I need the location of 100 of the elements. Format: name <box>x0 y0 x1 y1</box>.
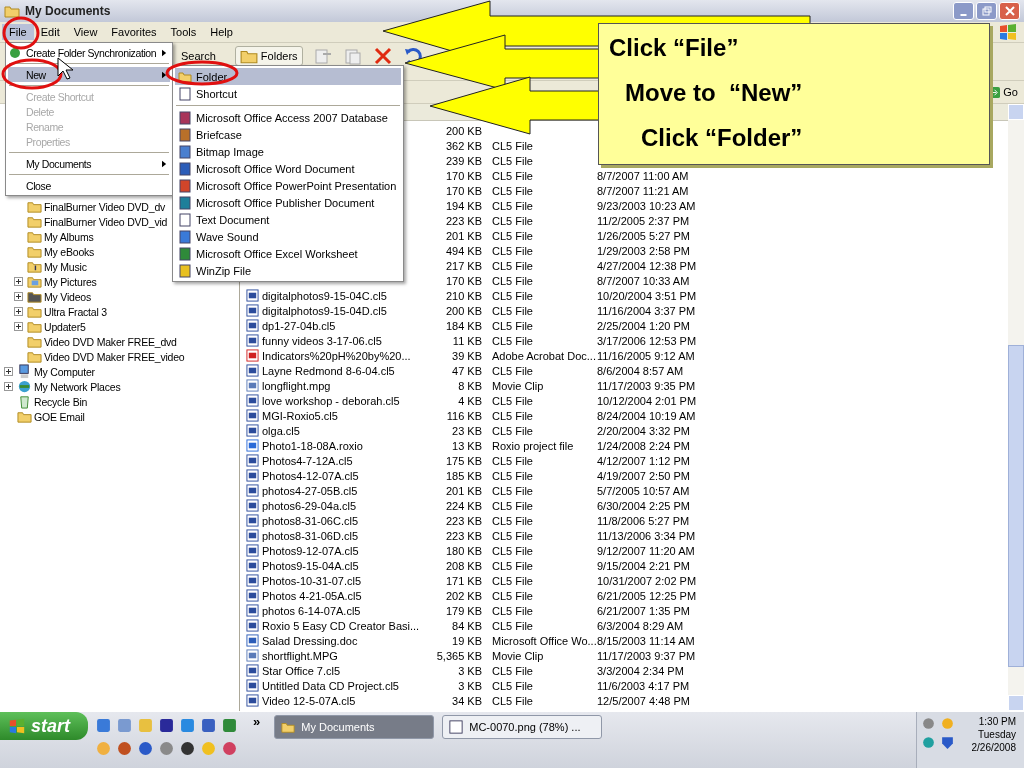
menu-item[interactable]: WinZip File <box>175 262 401 279</box>
file-type: CL5 File <box>492 304 534 317</box>
file-date: 11/17/2003 9:37 PM <box>597 649 697 662</box>
menu-item[interactable]: New <box>8 67 170 82</box>
file-name[interactable]: shortflight.MPG <box>262 649 418 662</box>
file-size: 170 KB <box>445 274 482 287</box>
file-date: 1/24/2008 2:24 PM <box>597 439 691 452</box>
file-type: Movie Clip <box>492 649 545 662</box>
menu-item[interactable]: Bitmap Image <box>175 143 401 160</box>
menu-item[interactable]: Microsoft Office Excel Worksheet <box>175 245 401 262</box>
file-name[interactable]: Star Office 7.cl5 <box>262 664 418 677</box>
file-name[interactable]: Video 12-5-07A.cl5 <box>262 694 418 707</box>
tree-item[interactable]: My Music <box>44 260 87 273</box>
tree-item[interactable]: Updater5 <box>44 320 86 333</box>
file-name[interactable]: Photos 4-21-05A.cl5 <box>262 589 418 602</box>
file-type: CL5 File <box>492 664 534 677</box>
file-name[interactable]: photos4-27-05B.cl5 <box>262 484 418 497</box>
file-date: 8/7/2007 10:33 AM <box>597 274 691 287</box>
menu-item[interactable]: Close <box>8 178 170 193</box>
file-date: 9/12/2007 11:20 AM <box>597 544 696 557</box>
file-size: 3 KB <box>458 664 482 677</box>
menu-item[interactable]: Text Document <box>175 211 401 228</box>
menu-item[interactable]: Microsoft Office Word Document <box>175 160 401 177</box>
file-name[interactable]: funny videos 3-17-06.cl5 <box>262 334 418 347</box>
menu-item[interactable]: Microsoft Office Publisher Document <box>175 194 401 211</box>
file-type: CL5 File <box>492 154 534 167</box>
file-type: CL5 File <box>492 574 534 587</box>
file-name[interactable]: photos 6-14-07A.cl5 <box>262 604 418 617</box>
tree-item[interactable]: GOE Email <box>34 410 85 423</box>
menu-item[interactable]: Tools <box>163 24 204 40</box>
file-name[interactable]: Layne Redmond 8-6-04.cl5 <box>262 364 418 377</box>
file-name[interactable]: Photos9-15-04A.cl5 <box>262 559 418 572</box>
tree-item[interactable]: Ultra Fractal 3 <box>44 305 107 318</box>
menu-item[interactable]: Briefcase <box>175 126 401 143</box>
file-size: 19 KB <box>452 634 482 647</box>
tree-item[interactable]: FinalBurner Video DVD_vid <box>44 215 168 228</box>
file-size: 116 KB <box>446 409 482 422</box>
file-name[interactable]: longflight.mpg <box>262 379 418 392</box>
overflow-chevron[interactable]: » <box>237 712 269 729</box>
file-name[interactable]: MGI-Roxio5.cl5 <box>262 409 418 422</box>
menu-item[interactable]: Folder <box>175 68 401 85</box>
tree-item[interactable]: My Videos <box>44 290 92 303</box>
file-type: CL5 File <box>492 529 534 542</box>
file-name[interactable]: olga.cl5 <box>262 424 418 437</box>
menu-item[interactable]: Favorites <box>104 24 164 40</box>
clock-time: 1:30 PM <box>978 716 1016 727</box>
file-name[interactable]: photos6-29-04a.cl5 <box>262 499 418 512</box>
file-name[interactable]: love workshop - deborah.cl5 <box>262 394 418 407</box>
menu-item[interactable]: Microsoft Office PowerPoint Presentation <box>175 177 401 194</box>
file-type: CL5 File <box>492 229 534 242</box>
file-name[interactable]: Roxio 5 Easy CD Creator Basi... <box>262 619 418 632</box>
file-size: 175 KB <box>445 454 482 467</box>
tree-item[interactable]: My Computer <box>34 365 95 378</box>
file-name[interactable]: digitalphotos9-15-04D.cl5 <box>262 304 418 317</box>
file-name[interactable]: Indicators%20pH%20by%20... <box>262 349 418 362</box>
file-size: 239 KB <box>445 154 482 167</box>
tree-item[interactable]: Video DVD Maker FREE_video <box>44 350 185 363</box>
search-button[interactable]: Search <box>176 46 221 66</box>
menu-item[interactable]: Wave Sound <box>175 228 401 245</box>
file-size: 224 KB <box>445 499 482 512</box>
taskbar-button[interactable]: My Documents <box>274 715 435 739</box>
file-name[interactable]: Salad Dressing.doc <box>262 634 418 647</box>
taskbar-button[interactable]: MC-0070.png (78%) ... <box>442 715 603 739</box>
file-date: 6/30/2004 2:25 PM <box>597 499 691 512</box>
tree-item[interactable]: My Albums <box>44 230 94 243</box>
file-name[interactable]: Photo1-18-08A.roxio <box>262 439 418 452</box>
tree-item[interactable]: My Network Places <box>34 380 121 393</box>
menu-item[interactable]: Create Folder Synchronization <box>8 45 170 60</box>
menu-item[interactable]: Edit <box>33 24 67 40</box>
file-size: 170 KB <box>445 169 482 182</box>
menu-item[interactable]: Help <box>203 24 240 40</box>
file-name[interactable]: digitalphotos9-15-04C.cl5 <box>262 289 418 302</box>
file-size: 184 KB <box>445 319 482 332</box>
tree-item[interactable]: Recycle Bin <box>34 395 88 408</box>
file-name[interactable]: Photos4-12-07A.cl5 <box>262 469 418 482</box>
menu-item[interactable]: Shortcut <box>175 85 401 102</box>
folders-button[interactable]: Folders <box>234 46 303 66</box>
tree-item[interactable]: FinalBurner Video DVD_dv <box>44 200 166 213</box>
menu-item[interactable]: View <box>66 24 105 40</box>
file-date: 8/15/2003 11:14 AM <box>597 634 696 647</box>
file-size: 200 KB <box>445 124 482 137</box>
file-type: CL5 File <box>492 424 534 437</box>
menu-item[interactable]: Microsoft Office Access 2007 Database <box>175 109 401 126</box>
file-name[interactable]: photos8-31-06D.cl5 <box>262 529 418 542</box>
tree-item[interactable]: Video DVD Maker FREE_dvd <box>44 335 177 348</box>
menu-item[interactable]: My Documents <box>8 156 170 171</box>
file-name[interactable]: Untitled Data CD Project.cl5 <box>262 679 418 692</box>
tree-item[interactable]: My eBooks <box>44 245 95 258</box>
menu-item[interactable]: File <box>2 24 34 40</box>
file-name[interactable]: photos8-31-06C.cl5 <box>262 514 418 527</box>
file-date: 8/6/2004 8:57 AM <box>597 364 685 377</box>
file-date: 1/29/2003 2:58 PM <box>597 244 691 257</box>
file-name[interactable]: Photos4-7-12A.cl5 <box>262 454 418 467</box>
file-size: 494 KB <box>445 244 482 257</box>
file-size: 208 KB <box>445 559 482 572</box>
file-name[interactable]: Photos-10-31-07.cl5 <box>262 574 418 587</box>
file-name[interactable]: Photos9-12-07A.cl5 <box>262 544 418 557</box>
file-name[interactable]: dp1-27-04b.cl5 <box>262 319 418 332</box>
tree-item[interactable]: My Pictures <box>44 275 97 288</box>
file-type: CL5 File <box>492 409 534 422</box>
